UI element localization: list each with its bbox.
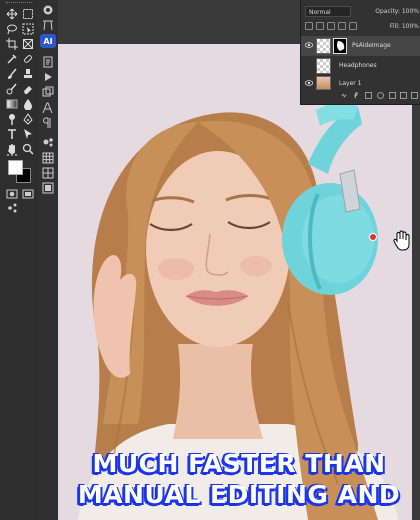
layer-thumbnail (316, 38, 331, 54)
gradient-icon[interactable] (4, 96, 20, 112)
lasso-icon[interactable] (4, 21, 20, 37)
screen-mode-icon[interactable] (20, 186, 36, 202)
clone-stamp-icon[interactable] (20, 66, 36, 82)
tools-panel (0, 0, 39, 520)
crop-icon[interactable] (4, 36, 20, 52)
swatches-panel-icon[interactable] (40, 150, 56, 166)
fill-field[interactable]: Fill: 100% (373, 22, 419, 32)
layer-row-layer-1[interactable]: Layer 1 (301, 76, 420, 90)
eraser-icon[interactable] (20, 81, 36, 97)
dodge-icon[interactable] (4, 111, 20, 127)
mask-icon[interactable] (365, 92, 372, 99)
play-action-icon[interactable] (40, 69, 56, 85)
libraries-icon[interactable] (40, 180, 56, 196)
layer-row-psaideimage[interactable]: PsAideImage (301, 36, 420, 56)
layers-footer-toolbar (301, 90, 420, 102)
healing-brush-icon[interactable] (20, 51, 36, 67)
type-icon[interactable] (4, 126, 20, 142)
lock-pixels-icon[interactable] (316, 22, 324, 30)
history-icon[interactable] (40, 54, 56, 70)
opacity-field[interactable]: Opacity: 100% (363, 7, 419, 17)
rect-marquee-icon[interactable] (20, 6, 36, 22)
layer-thumbnail (316, 58, 331, 74)
lock-all-icon[interactable] (349, 22, 357, 30)
contextual-icon[interactable] (40, 2, 56, 18)
layer-mask-thumbnail[interactable] (333, 38, 347, 54)
folder-icon[interactable] (389, 92, 396, 99)
layer-name: Layer 1 (339, 80, 362, 87)
lock-transparency-icon[interactable] (305, 22, 313, 30)
layer-thumbnail (316, 76, 331, 90)
eye-icon[interactable] (305, 42, 313, 48)
trash-icon[interactable] (411, 92, 418, 99)
options-column: AI (38, 0, 59, 520)
color-swatches[interactable] (8, 160, 32, 183)
blend-mode-dropdown[interactable]: Normal (305, 6, 351, 17)
share-icon[interactable] (4, 200, 20, 216)
object-select-icon[interactable] (20, 21, 36, 37)
layer-name: Headphones (339, 62, 377, 69)
history-brush-icon[interactable] (4, 81, 20, 97)
move-tool-icon[interactable] (4, 6, 20, 22)
fx-icon[interactable] (353, 92, 360, 99)
path-select-icon[interactable] (20, 126, 36, 142)
layer-name: PsAideImage (352, 42, 391, 49)
zoom-icon[interactable] (20, 141, 36, 157)
adjustments-panel-icon[interactable] (40, 165, 56, 181)
video-subtitles: MUCH FASTER THAN MANUAL EDITING AND (58, 448, 420, 510)
properties-icon[interactable] (40, 134, 56, 150)
lock-position-icon[interactable] (327, 22, 335, 30)
layer-row-headphones[interactable]: Headphones (301, 56, 420, 76)
layer-comps-icon[interactable] (40, 84, 56, 100)
new-layer-icon[interactable] (400, 92, 407, 99)
blur-icon[interactable] (20, 96, 36, 112)
ai-assist-badge[interactable]: AI (40, 34, 56, 48)
adjustment-icon[interactable] (377, 92, 384, 99)
pen-icon[interactable] (20, 111, 36, 127)
subtitle-line-2: MANUAL EDITING AND (77, 480, 401, 509)
neck (173, 344, 263, 439)
paragraph-panel-icon[interactable] (40, 115, 56, 131)
eye-icon[interactable] (305, 80, 313, 86)
arrange-icon[interactable] (40, 17, 56, 33)
red-marker-dot (370, 234, 376, 240)
character-panel-icon[interactable] (40, 100, 56, 116)
subtitle-line-1: MUCH FASTER THAN (92, 449, 386, 478)
layers-panel: Normal Opacity: 100% Fill: 100% PsAideIm… (300, 0, 420, 105)
more-tools-icon[interactable] (4, 151, 20, 159)
lock-artboard-icon[interactable] (338, 22, 346, 30)
eyedropper-icon[interactable] (4, 51, 20, 67)
hand-cursor-icon (393, 230, 410, 251)
foreground-color-swatch[interactable] (8, 160, 23, 175)
link-icon[interactable] (341, 92, 348, 99)
brush-icon[interactable] (4, 66, 20, 82)
frame-icon[interactable] (20, 36, 36, 52)
